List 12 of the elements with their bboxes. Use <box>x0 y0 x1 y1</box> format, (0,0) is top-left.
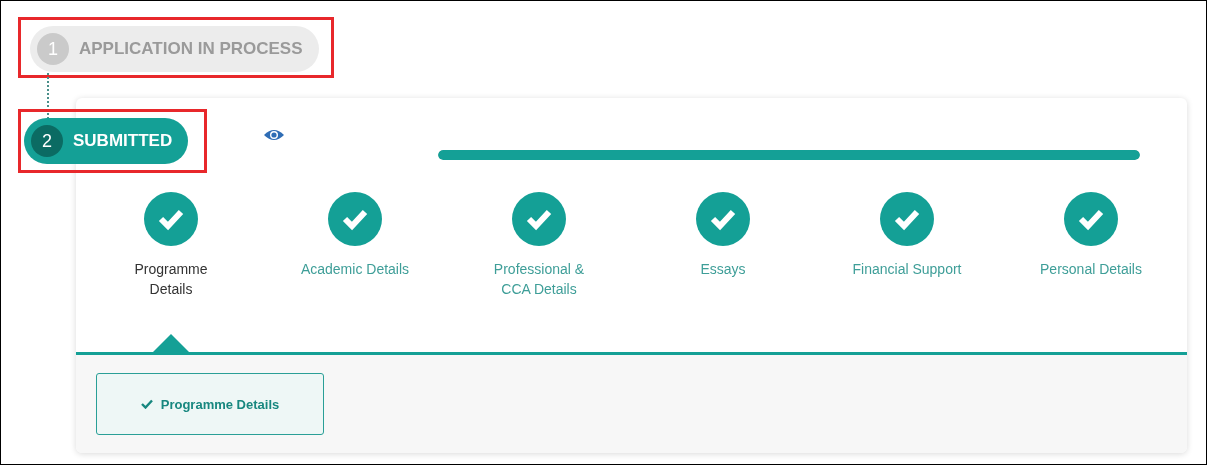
pointer-icon <box>153 334 189 352</box>
step-tab[interactable]: Academic Details <box>300 259 410 280</box>
step-tab[interactable]: Financial Support <box>852 259 962 280</box>
eye-icon[interactable] <box>263 128 285 142</box>
step-tab[interactable]: Essays <box>700 259 746 280</box>
step-tab[interactable]: Professional & CCA Details <box>483 259 595 300</box>
section-button[interactable]: Programme Details <box>96 373 324 435</box>
section-label: Programme Details <box>160 396 280 412</box>
stage-number: 2 <box>31 125 63 157</box>
step-tab[interactable]: Programme Details <box>115 259 227 300</box>
stage-pill[interactable]: 2 SUBMITTED <box>24 118 189 164</box>
step-tab[interactable]: Personal Details <box>1040 259 1142 280</box>
